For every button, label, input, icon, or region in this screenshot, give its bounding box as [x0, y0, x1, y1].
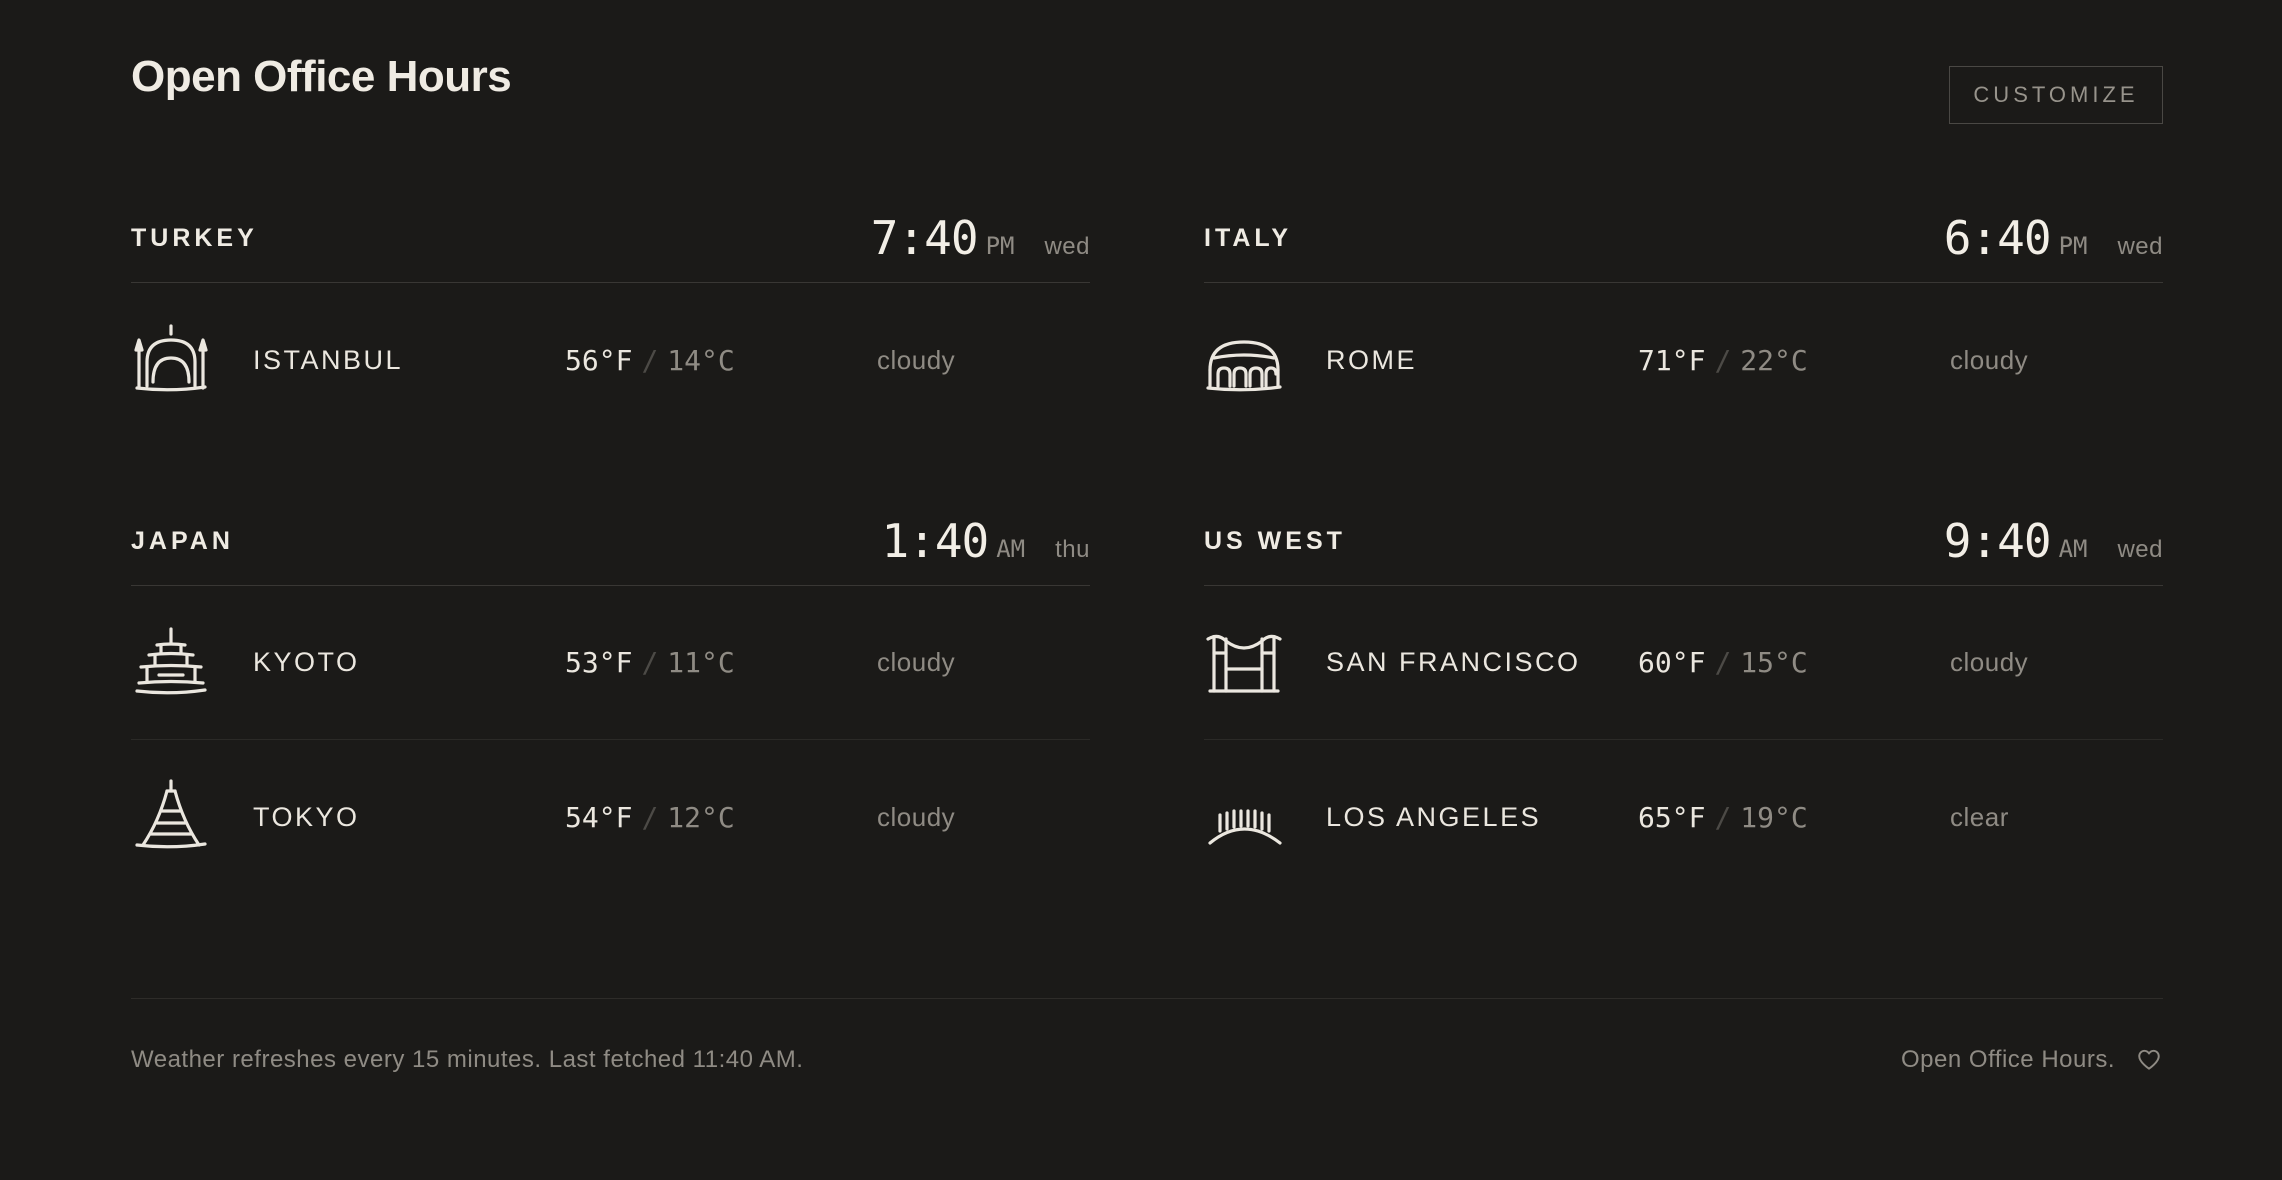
- colosseum-icon: [1204, 320, 1284, 400]
- temp-fahrenheit: 60°F: [1638, 646, 1706, 679]
- region-name: US WEST: [1204, 526, 1346, 555]
- city-temperature: 65°F / 19°C: [1638, 801, 1950, 834]
- dashboard: Open Office Hours CUSTOMIZE TURKEY 7:40 …: [131, 0, 2163, 1180]
- region-name: JAPAN: [131, 526, 234, 555]
- city-row-los-angeles: LOS ANGELES 65°F / 19°C clear: [1204, 740, 2163, 894]
- region-group-turkey: TURKEY 7:40 PM wed ISTANBUL 56°F / 14°C …: [131, 190, 1090, 437]
- region-clock: 1:40 AM thu: [881, 514, 1090, 568]
- temp-separator: /: [1714, 800, 1732, 834]
- region-header: JAPAN 1:40 AM thu: [131, 493, 1090, 586]
- temp-fahrenheit: 56°F: [565, 343, 633, 377]
- region-group-japan: JAPAN 1:40 AM thu KYOTO 53°F / 11°C clou…: [131, 493, 1090, 894]
- golden-gate-bridge-icon: [1204, 623, 1284, 703]
- temp-celsius: 11°C: [667, 646, 735, 679]
- temp-separator: /: [1714, 343, 1732, 377]
- temp-separator: /: [1714, 646, 1732, 679]
- city-row-kyoto: KYOTO 53°F / 11°C cloudy: [131, 586, 1090, 740]
- temp-separator: /: [641, 800, 659, 834]
- temp-separator: /: [641, 343, 659, 377]
- city-row-san-francisco: SAN FRANCISCO 60°F / 15°C cloudy: [1204, 586, 2163, 740]
- temp-fahrenheit: 54°F: [565, 800, 633, 834]
- city-temperature: 60°F / 15°C: [1638, 646, 1950, 679]
- city-temperature: 54°F / 12°C: [565, 801, 877, 834]
- region-name: TURKEY: [131, 223, 258, 252]
- clock-ampm: PM: [985, 232, 1015, 260]
- customize-button[interactable]: CUSTOMIZE: [1949, 66, 2163, 124]
- city-row-istanbul: ISTANBUL 56°F / 14°C cloudy: [131, 283, 1090, 437]
- clock-time: 9:40: [1943, 514, 2052, 568]
- weather-condition: cloudy: [1950, 344, 2029, 375]
- city-name: LOS ANGELES: [1326, 801, 1542, 832]
- clock-day: wed: [1044, 233, 1090, 260]
- region-group-us-west: US WEST 9:40 AM wed SAN FRANCISCO 60°F /…: [1204, 493, 2163, 894]
- temp-fahrenheit: 71°F: [1638, 343, 1706, 377]
- region-clock: 6:40 PM wed: [1944, 211, 2163, 265]
- hollywood-bowl-icon: [1204, 777, 1284, 857]
- clock-day: thu: [1055, 536, 1090, 563]
- city-name: ISTANBUL: [253, 344, 404, 375]
- tokyo-tower-icon: [131, 777, 211, 857]
- region-clock: 7:40 PM wed: [871, 211, 1090, 265]
- footer: Weather refreshes every 15 minutes. Last…: [131, 998, 2163, 1108]
- region-clock: 9:40 AM wed: [1944, 514, 2163, 568]
- temp-fahrenheit: 65°F: [1638, 800, 1706, 834]
- city-name: TOKYO: [253, 801, 360, 832]
- temp-celsius: 12°C: [667, 800, 735, 834]
- temp-celsius: 15°C: [1740, 646, 1808, 679]
- city-temperature: 53°F / 11°C: [565, 646, 877, 679]
- clock-ampm: AM: [996, 535, 1026, 563]
- page-title: Open Office Hours: [131, 52, 512, 101]
- clock-ampm: AM: [2058, 535, 2088, 563]
- clock-day: wed: [2117, 233, 2163, 260]
- weather-condition: cloudy: [877, 344, 956, 375]
- pagoda-icon: [131, 623, 211, 703]
- region-group-italy: ITALY 6:40 PM wed ROME 71°F / 22°C cloud…: [1204, 190, 2163, 437]
- region-name: ITALY: [1204, 223, 1293, 252]
- clock-time: 7:40: [870, 211, 979, 265]
- city-name: ROME: [1326, 344, 1417, 375]
- clock-time: 1:40: [881, 514, 989, 568]
- temp-celsius: 14°C: [667, 343, 735, 377]
- refresh-note: Weather refreshes every 15 minutes. Last…: [131, 1045, 804, 1073]
- footer-brand-group: Open Office Hours.: [1901, 1046, 2163, 1074]
- city-name: KYOTO: [253, 647, 360, 677]
- city-row-rome: ROME 71°F / 22°C cloudy: [1204, 283, 2163, 437]
- region-header: ITALY 6:40 PM wed: [1204, 190, 2163, 283]
- clock-day: wed: [2117, 536, 2163, 563]
- weather-condition: clear: [1950, 801, 2009, 832]
- heart-icon[interactable]: [2135, 1046, 2163, 1074]
- mosque-icon: [131, 320, 211, 400]
- temp-fahrenheit: 53°F: [565, 646, 633, 679]
- city-temperature: 56°F / 14°C: [565, 344, 877, 377]
- weather-condition: cloudy: [1950, 647, 2029, 677]
- temp-celsius: 22°C: [1740, 343, 1808, 377]
- footer-brand: Open Office Hours.: [1901, 1045, 2115, 1073]
- city-temperature: 71°F / 22°C: [1638, 344, 1950, 377]
- temp-celsius: 19°C: [1740, 800, 1808, 834]
- city-name: SAN FRANCISCO: [1326, 647, 1581, 677]
- clock-ampm: PM: [2058, 232, 2088, 260]
- region-header: TURKEY 7:40 PM wed: [131, 190, 1090, 283]
- weather-condition: cloudy: [877, 647, 956, 677]
- city-row-tokyo: TOKYO 54°F / 12°C cloudy: [131, 740, 1090, 894]
- clock-time: 6:40: [1943, 211, 2052, 265]
- region-groups: TURKEY 7:40 PM wed ISTANBUL 56°F / 14°C …: [131, 190, 2163, 894]
- temp-separator: /: [641, 646, 659, 679]
- region-header: US WEST 9:40 AM wed: [1204, 493, 2163, 586]
- weather-condition: cloudy: [877, 801, 956, 832]
